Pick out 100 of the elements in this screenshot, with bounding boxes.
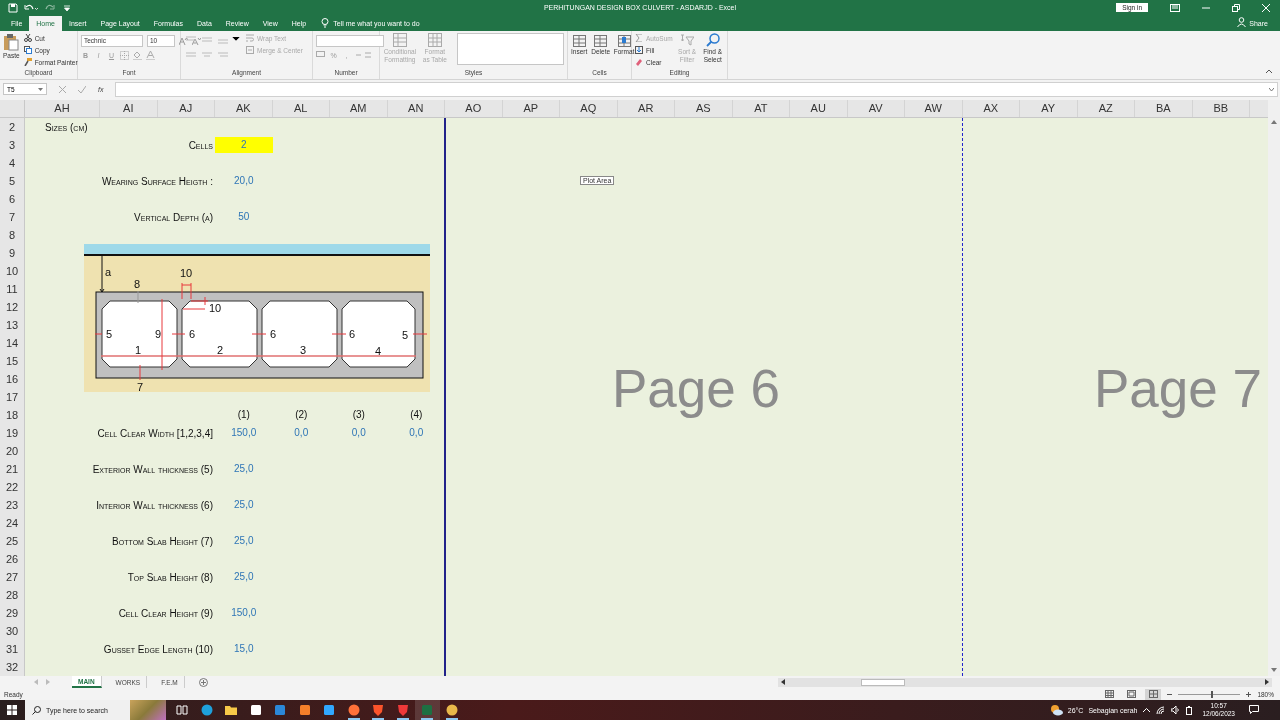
row-header[interactable]: 6: [0, 190, 25, 209]
value-cell-text: 25,0: [233, 498, 255, 513]
row-header[interactable]: 16: [0, 370, 25, 389]
row-header[interactable]: 27: [0, 568, 25, 587]
row-header[interactable]: 29: [0, 604, 25, 623]
network-icon[interactable]: [1156, 706, 1166, 714]
chevron-up-icon[interactable]: [1143, 708, 1151, 712]
page-break-view-button[interactable]: [1145, 688, 1162, 700]
expand-caret-icon[interactable]: [1269, 87, 1274, 91]
row-header[interactable]: 25: [0, 532, 25, 551]
scroll-down-icon[interactable]: [1271, 668, 1277, 673]
battery-icon[interactable]: [1186, 705, 1193, 715]
row-header[interactable]: 24: [0, 514, 25, 533]
scroll-left-icon[interactable]: [781, 679, 785, 686]
close-icon[interactable]: [1262, 3, 1270, 12]
redo-icon[interactable]: [44, 2, 58, 13]
lightbulb-icon: [321, 18, 330, 29]
row-header[interactable]: 15: [0, 352, 25, 371]
enter-check-icon[interactable]: [78, 85, 86, 93]
font-color-icon[interactable]: [146, 51, 155, 61]
row-header[interactable]: 28: [0, 586, 25, 605]
row-header[interactable]: 12: [0, 298, 25, 317]
clipboard-icon: [3, 33, 20, 52]
row-header[interactable]: 13: [0, 316, 25, 335]
column-header[interactable]: AH: [25, 100, 100, 118]
zoom-out-icon[interactable]: [1167, 691, 1173, 697]
column-header[interactable]: AZ: [1077, 100, 1135, 118]
column-header[interactable]: AI: [100, 100, 158, 118]
column-header[interactable]: AL: [272, 100, 330, 118]
value-cell-text: 0,0: [350, 426, 367, 441]
dimension-label: a: [104, 266, 112, 279]
column-header[interactable]: AJ: [157, 100, 215, 118]
dimension-label: 5: [105, 328, 113, 341]
search-highlight-picture: [130, 700, 166, 720]
column-header[interactable]: AU: [790, 100, 848, 118]
row-header[interactable]: 19: [0, 424, 25, 443]
page-number-watermark: Page 7: [1094, 362, 1262, 416]
row-header[interactable]: 23: [0, 496, 25, 515]
customize-caret-icon[interactable]: [64, 2, 70, 13]
dimension-label: 4: [374, 345, 382, 358]
row-header[interactable]: 14: [0, 334, 25, 353]
row-header[interactable]: 22: [0, 478, 25, 497]
column-index-label: (3): [351, 408, 366, 423]
column-header[interactable]: AM: [330, 100, 388, 118]
row-header[interactable]: 5: [0, 172, 25, 191]
number-format-field[interactable]: [316, 35, 384, 48]
collapse-ribbon-icon[interactable]: [1266, 68, 1272, 73]
row-header[interactable]: 3: [0, 136, 25, 155]
weather-icon: [1049, 704, 1063, 716]
column-header[interactable]: AS: [675, 100, 733, 118]
field-label: Gusset Edge Length (10): [103, 643, 213, 655]
column-header[interactable]: AN: [387, 100, 445, 118]
row-header[interactable]: 26: [0, 550, 25, 569]
column-header[interactable]: AX: [962, 100, 1020, 118]
page-number-watermark: Page 6: [612, 362, 780, 416]
undo-icon[interactable]: [24, 2, 38, 13]
row-header[interactable]: 4: [0, 154, 25, 173]
row-header[interactable]: 10: [0, 262, 25, 281]
column-header[interactable]: AR: [617, 100, 675, 118]
section-heading: Sizes (cm): [44, 121, 88, 133]
formula-field[interactable]: [115, 81, 1278, 97]
restore-icon[interactable]: [1232, 3, 1240, 12]
windows-start-icon[interactable]: [7, 705, 17, 715]
row-header[interactable]: 9: [0, 244, 25, 263]
add-sheet-icon[interactable]: [198, 677, 208, 687]
dimension-label: 8: [133, 278, 141, 291]
row-header[interactable]: 2: [0, 118, 25, 137]
row-header[interactable]: 21: [0, 460, 25, 479]
column-header[interactable]: AK: [215, 100, 273, 118]
sigma-icon: [635, 34, 643, 43]
dimension-label: 2: [216, 344, 224, 357]
column-header[interactable]: AW: [905, 100, 963, 118]
row-header[interactable]: 11: [0, 280, 25, 299]
column-header[interactable]: AT: [732, 100, 790, 118]
scroll-right-icon[interactable]: [1265, 679, 1269, 686]
horizontal-scrollbar[interactable]: [778, 677, 1272, 687]
column-header[interactable]: AV: [847, 100, 905, 118]
zoom-in-icon[interactable]: [1246, 691, 1252, 697]
scroll-thumb[interactable]: [861, 678, 905, 686]
row-header[interactable]: 32: [0, 658, 25, 677]
column-header[interactable]: AP: [502, 100, 560, 118]
row-header[interactable]: 17: [0, 388, 25, 407]
zoom-slider-thumb[interactable]: [1211, 690, 1214, 698]
column-header[interactable]: BB: [1192, 100, 1250, 118]
column-header[interactable]: AY: [1020, 100, 1078, 118]
volume-icon[interactable]: [1171, 706, 1181, 714]
column-header[interactable]: AQ: [560, 100, 618, 118]
row-header[interactable]: 7: [0, 208, 25, 227]
ribbon-display-icon[interactable]: [1170, 3, 1180, 12]
row-header[interactable]: 30: [0, 622, 25, 641]
notification-icon[interactable]: [1249, 705, 1260, 715]
row-header[interactable]: 18: [0, 406, 25, 425]
row-header[interactable]: 20: [0, 442, 25, 461]
scroll-up-icon[interactable]: [1271, 120, 1277, 125]
column-header[interactable]: BA: [1135, 100, 1193, 118]
column-header[interactable]: AO: [445, 100, 503, 118]
save-icon[interactable]: [8, 2, 18, 13]
row-header[interactable]: 31: [0, 640, 25, 659]
paintbrush-icon: [23, 58, 32, 67]
row-header[interactable]: 8: [0, 226, 25, 245]
